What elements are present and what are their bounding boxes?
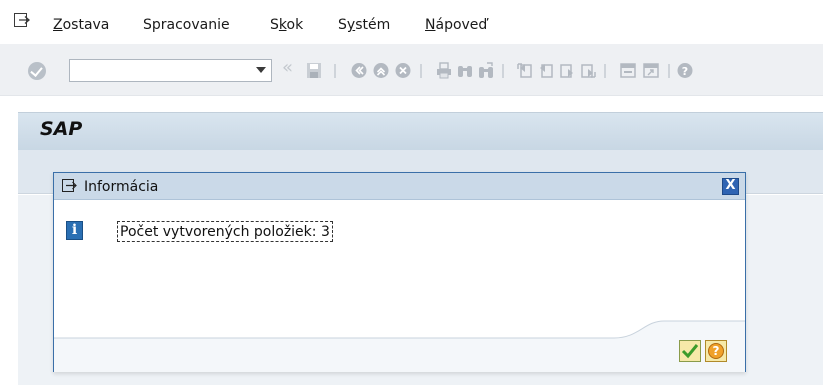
save-icon[interactable] xyxy=(306,62,322,79)
cancel-icon[interactable] xyxy=(395,62,411,79)
dialog-export-icon xyxy=(62,179,77,192)
shortcut-icon[interactable] xyxy=(643,62,659,79)
svg-text:?: ? xyxy=(682,65,688,78)
screen-title-bar: SAP xyxy=(18,112,823,150)
toolbar-separator xyxy=(668,64,670,78)
menu-skok-post: ok xyxy=(286,17,304,33)
toolbar: « ? xyxy=(0,44,823,96)
exit-icon[interactable] xyxy=(373,62,389,79)
enter-check-icon[interactable] xyxy=(28,62,46,80)
menu-system-post: stém xyxy=(355,17,391,33)
info-dialog: Informácia X i Počet vytvorených položie… xyxy=(53,172,746,372)
menu-skok-pre: S xyxy=(270,17,279,33)
menu-export-icon[interactable] xyxy=(14,13,30,27)
next-page-icon[interactable] xyxy=(559,62,575,79)
find-next-icon[interactable] xyxy=(478,62,494,79)
back-icon[interactable] xyxy=(351,62,367,79)
dialog-message: Počet vytvorených položiek: 3 xyxy=(117,221,333,242)
menu-spracovanie-pre: Spracovanie xyxy=(143,17,230,33)
menu-bar: Zostava Spracovanie Skok Systém Nápoveď xyxy=(0,0,823,44)
menu-skok[interactable]: Skok xyxy=(270,17,303,33)
help-icon[interactable]: ? xyxy=(677,62,693,79)
menu-system-mnemonic: y xyxy=(346,17,356,33)
checkmark-icon xyxy=(681,344,699,359)
print-icon[interactable] xyxy=(436,62,452,79)
help-button[interactable]: ? xyxy=(705,340,727,362)
last-page-icon[interactable] xyxy=(580,62,596,79)
screen-title: SAP xyxy=(40,118,83,140)
toolbar-separator xyxy=(604,64,606,78)
dialog-title-bar[interactable]: Informácia X xyxy=(54,173,745,200)
menu-system[interactable]: Systém xyxy=(338,17,390,33)
create-session-icon[interactable] xyxy=(620,62,636,79)
menu-napoved-post: ápoveď xyxy=(435,17,488,33)
close-icon[interactable]: X xyxy=(722,178,739,195)
menu-skok-mnemonic: k xyxy=(278,17,287,33)
command-field[interactable] xyxy=(69,59,272,82)
history-back-icon[interactable]: « xyxy=(282,58,293,78)
toolbar-separator xyxy=(502,64,504,78)
dialog-footer-shape xyxy=(54,320,745,372)
toolbar-separator xyxy=(334,64,336,78)
find-icon[interactable] xyxy=(457,62,473,79)
information-icon: i xyxy=(66,221,83,240)
toolbar-separator xyxy=(420,64,422,78)
menu-zostava-mnemonic: Z xyxy=(53,17,63,33)
first-page-icon[interactable] xyxy=(517,62,533,79)
menu-napoved[interactable]: Nápoveď xyxy=(425,17,487,33)
menu-system-pre: S xyxy=(338,17,347,33)
menu-spracovanie[interactable]: Spracovanie xyxy=(143,17,230,33)
menu-napoved-mnemonic: N xyxy=(425,17,436,33)
menu-zostava[interactable]: Zostava xyxy=(53,17,109,33)
chevron-down-icon[interactable] xyxy=(256,67,266,73)
previous-page-icon[interactable] xyxy=(538,62,554,79)
dialog-title: Informácia xyxy=(84,179,159,195)
menu-zostava-post: ostava xyxy=(62,17,110,33)
confirm-button[interactable] xyxy=(679,340,701,362)
question-icon: ? xyxy=(708,343,724,359)
